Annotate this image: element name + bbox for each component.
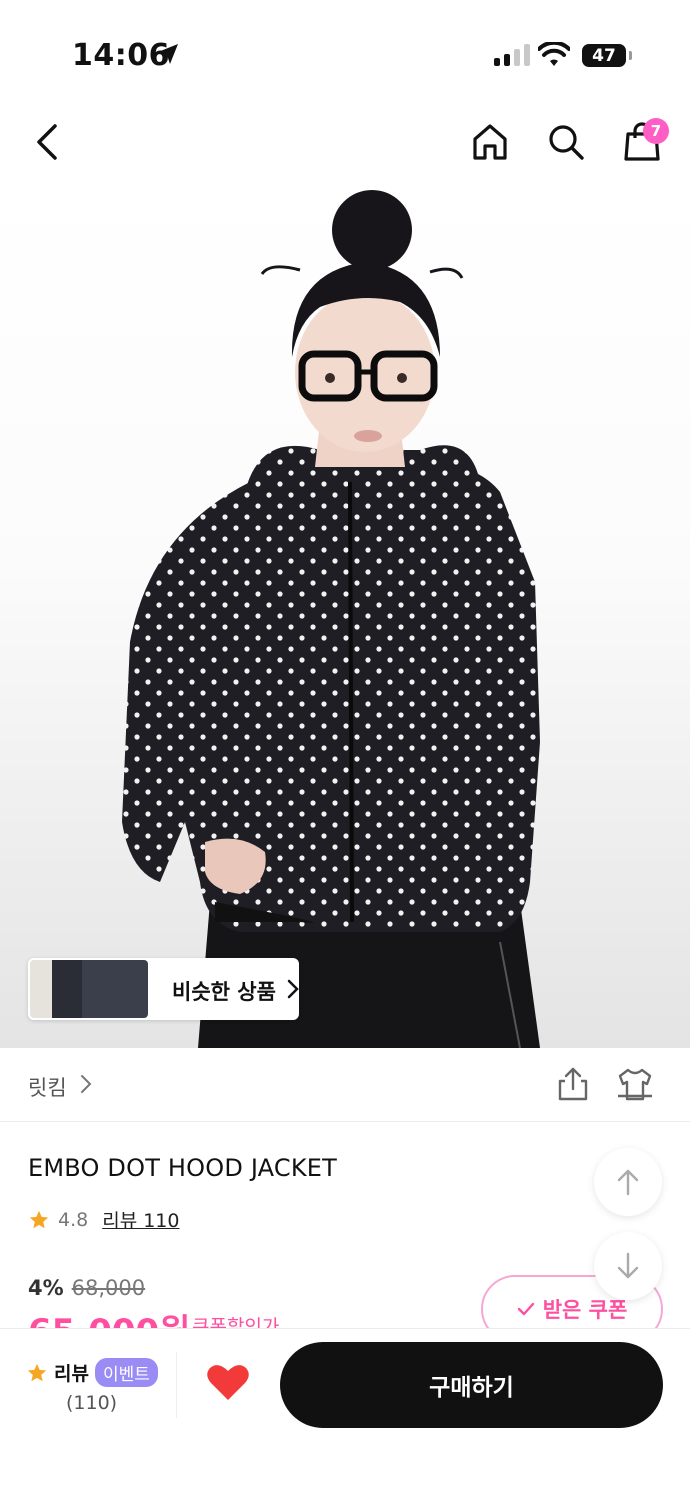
similar-products-label: 비슷한 상품	[172, 980, 276, 1004]
share-icon[interactable]	[556, 1066, 590, 1102]
review-link[interactable]: 리뷰 110	[102, 1206, 179, 1233]
back-button[interactable]	[28, 122, 68, 162]
shirt-icon[interactable]	[616, 1066, 654, 1102]
search-button[interactable]	[546, 122, 586, 162]
similar-products-button[interactable]: 비슷한 상품	[28, 958, 299, 1020]
product-image[interactable]	[0, 182, 690, 1048]
wifi-icon	[538, 42, 570, 66]
coupon-discount-label: 쿠폰할인가	[192, 1316, 280, 1328]
sale-price: 65,000원	[28, 1304, 190, 1330]
arrow-down-icon	[617, 1252, 639, 1279]
original-price: 68,000	[71, 1276, 146, 1300]
arrow-up-icon	[617, 1169, 639, 1196]
status-bar: 14:06 47	[0, 0, 690, 100]
divider	[176, 1352, 177, 1418]
product-photo	[122, 190, 540, 1048]
review-event-button[interactable]: 리뷰 이벤트	[26, 1358, 158, 1387]
brand-row: 릿킴	[0, 1048, 690, 1122]
rating-row: 4.8 리뷰 110	[28, 1206, 179, 1233]
heart-icon[interactable]	[206, 1362, 250, 1402]
rating-score: 4.8	[58, 1208, 89, 1231]
scroll-down-button[interactable]	[594, 1232, 662, 1300]
price-row: 4% 68,000	[28, 1276, 145, 1300]
event-badge: 이벤트	[94, 1358, 158, 1387]
chevron-right-icon	[287, 979, 299, 999]
home-button[interactable]	[470, 122, 510, 162]
buy-button[interactable]: 구매하기	[280, 1342, 663, 1428]
chevron-right-icon	[81, 1075, 92, 1093]
brand-name-link[interactable]: 릿킴	[28, 1072, 67, 1102]
scroll-up-button[interactable]	[594, 1148, 662, 1216]
signal-icon	[494, 44, 530, 66]
battery-indicator: 47	[582, 44, 632, 67]
check-icon	[517, 1302, 534, 1316]
star-icon	[29, 1210, 49, 1228]
product-title: EMBO DOT HOOD JACKET	[28, 1154, 338, 1182]
search-icon	[549, 125, 584, 160]
review-label: 리뷰	[54, 1363, 89, 1385]
location-arrow-icon	[158, 44, 178, 64]
top-nav	[0, 108, 690, 180]
discount-rate: 4%	[28, 1276, 64, 1300]
home-icon	[473, 124, 507, 160]
back-icon	[37, 124, 57, 160]
similar-thumbnails	[30, 960, 148, 1018]
review-count: (110)	[66, 1392, 118, 1414]
cart-count-badge: 7	[643, 118, 669, 144]
star-icon	[27, 1363, 47, 1381]
coupon-label: 받은 쿠폰	[542, 1298, 628, 1322]
